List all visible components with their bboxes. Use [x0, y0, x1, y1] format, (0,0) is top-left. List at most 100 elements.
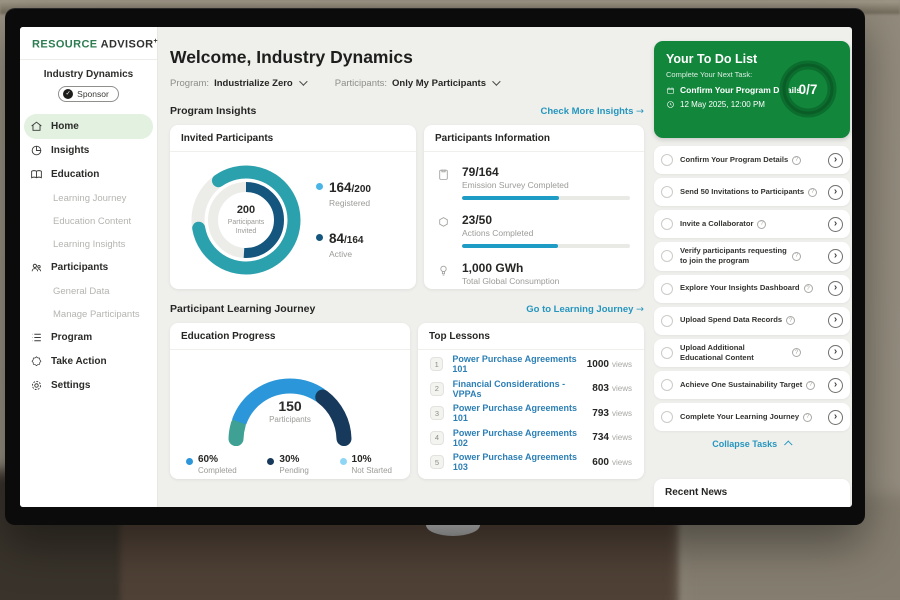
info-icon[interactable]: ?: [803, 413, 812, 422]
info-icon[interactable]: ?: [806, 381, 815, 390]
sidebar-item-learning-journey[interactable]: Learning Journey: [20, 187, 157, 210]
sidebar-item-education-content[interactable]: Education Content: [20, 210, 157, 233]
sidebar-item-general-data[interactable]: General Data: [20, 280, 157, 303]
chevron-right-icon[interactable]: ›: [828, 153, 843, 168]
checkbox-circle[interactable]: [661, 186, 673, 198]
todo-column: Your To Do List Complete Your Next Task:…: [654, 27, 850, 507]
todo-item[interactable]: Complete Your Learning Journey ? ›: [654, 403, 850, 431]
lesson-rank: 2: [430, 382, 444, 396]
lesson-row: 4 Power Purchase Agreements 102 734views: [418, 426, 644, 451]
sidebar-item-label: Program: [51, 332, 92, 343]
calendar-icon: [666, 86, 675, 95]
chevron-right-icon[interactable]: ›: [828, 281, 843, 296]
todo-item[interactable]: Confirm Your Program Details ? ›: [654, 146, 850, 174]
collapse-tasks-link[interactable]: Collapse Tasks: [654, 439, 850, 449]
todo-item[interactable]: Upload Spend Data Records ? ›: [654, 307, 850, 335]
info-icon[interactable]: ?: [804, 284, 813, 293]
todo-item[interactable]: Invite a Collaborator ? ›: [654, 210, 850, 238]
info-icon[interactable]: ?: [808, 188, 817, 197]
info-icon[interactable]: ?: [757, 220, 766, 229]
checkbox-circle[interactable]: [661, 347, 673, 359]
legend-dot: [316, 183, 323, 190]
gauge-legend: 60% Completed 30% Pending 10% Not Starte…: [170, 446, 410, 475]
checkbox-circle[interactable]: [661, 250, 673, 262]
legend-dot: [267, 458, 274, 465]
check-more-insights-link[interactable]: Check More Insights →: [540, 106, 644, 117]
checkbox-circle[interactable]: [661, 218, 673, 230]
chevron-right-icon[interactable]: ›: [828, 249, 843, 264]
chevron-down-icon: [299, 77, 307, 85]
lesson-row: 3 Power Purchase Agreements 101 793views: [418, 401, 644, 426]
card-title: Invited Participants: [170, 125, 416, 152]
chevron-right-icon[interactable]: ›: [828, 378, 843, 393]
sidebar-item-label: Take Action: [51, 356, 107, 367]
chevron-right-icon[interactable]: ›: [828, 313, 843, 328]
info-icon[interactable]: ?: [786, 316, 795, 325]
sponsor-badge-label: Sponsor: [77, 89, 109, 99]
bulb-icon: [437, 264, 450, 282]
sidebar-item-take-action[interactable]: Take Action: [20, 350, 157, 374]
todo-item[interactable]: Verify participants requesting to join t…: [654, 242, 850, 271]
lesson-rank: 1: [430, 357, 443, 371]
filters-row: Program:Industrialize Zero Participants:…: [170, 78, 498, 89]
sidebar-item-label: Settings: [51, 380, 90, 391]
chevron-up-icon: [784, 440, 792, 448]
participants-filter-value: Only My Participants: [392, 78, 486, 89]
sidebar-item-learning-insights[interactable]: Learning Insights: [20, 233, 157, 256]
info-icon[interactable]: ?: [792, 348, 801, 357]
card-title: Top Lessons: [418, 323, 644, 350]
sidebar-item-home[interactable]: Home: [24, 114, 153, 139]
program-filter[interactable]: Program:Industrialize Zero: [170, 78, 305, 89]
todo-item[interactable]: Achieve One Sustainability Target ? ›: [654, 371, 850, 399]
clock-icon: [666, 100, 675, 109]
sidebar-item-manage-participants[interactable]: Manage Participants: [20, 303, 157, 326]
lesson-rank: 4: [430, 431, 444, 445]
checkbox-circle[interactable]: [661, 315, 673, 327]
info-icon[interactable]: ?: [792, 252, 801, 261]
program-filter-value: Industrialize Zero: [214, 78, 293, 89]
lesson-rank: 3: [430, 406, 444, 420]
checkbox-circle[interactable]: [661, 283, 673, 295]
progress-bar: [462, 244, 630, 248]
chevron-right-icon[interactable]: ›: [828, 345, 843, 360]
lesson-link[interactable]: Financial Considerations - VPPAs: [453, 379, 593, 399]
lesson-link[interactable]: Power Purchase Agreements 101: [452, 354, 586, 374]
stat-emission-survey: 79/164 Emission Survey Completed: [424, 165, 644, 200]
todo-item[interactable]: Upload Additional Educational Content ? …: [654, 339, 850, 368]
sidebar-item-settings[interactable]: Settings: [20, 374, 157, 398]
sponsor-badge-icon: ✓: [63, 89, 73, 99]
legend-not-started: 10% Not Started: [340, 454, 392, 475]
participants-icon: [30, 261, 43, 274]
program-insights-section-header: Program Insights Check More Insights →: [170, 105, 644, 117]
todo-progress-ring: 0/7: [776, 57, 840, 121]
recent-news-card: Recent News: [654, 479, 850, 507]
chevron-down-icon: [492, 77, 500, 85]
lesson-link[interactable]: Power Purchase Agreements 103: [453, 452, 592, 472]
sidebar-item-participants[interactable]: Participants: [20, 256, 157, 280]
actions-icon: [437, 216, 450, 234]
todo-item[interactable]: Send 50 Invitations to Participants ? ›: [654, 178, 850, 206]
legend-completed: 60% Completed: [186, 454, 237, 475]
go-to-learning-journey-link[interactable]: Go to Learning Journey →: [526, 304, 644, 315]
arrow-right-icon: →: [636, 304, 644, 315]
chevron-right-icon[interactable]: ›: [828, 217, 843, 232]
sidebar-item-insights[interactable]: Insights: [20, 139, 157, 163]
lesson-link[interactable]: Power Purchase Agreements 102: [453, 428, 592, 448]
resource-advisor-logo: RESOURCE ADVISOR+: [20, 27, 157, 60]
participants-filter[interactable]: Participants:Only My Participants: [335, 78, 498, 89]
photo-background: RESOURCE ADVISOR+ Industry Dynamics ✓ Sp…: [0, 0, 900, 600]
logo-advisor: ADVISOR: [101, 39, 154, 51]
checkbox-circle[interactable]: [661, 379, 673, 391]
todo-item[interactable]: Explore Your Insights Dashboard ? ›: [654, 275, 850, 303]
info-icon[interactable]: ?: [792, 156, 801, 165]
lesson-link[interactable]: Power Purchase Agreements 101: [453, 403, 592, 423]
lesson-rank: 5: [430, 455, 444, 469]
sidebar-item-education[interactable]: Education: [20, 163, 157, 187]
sidebar-item-label: Education: [51, 169, 99, 180]
checkbox-circle[interactable]: [661, 411, 673, 423]
checkbox-circle[interactable]: [661, 154, 673, 166]
sidebar-item-program[interactable]: Program: [20, 326, 157, 350]
sponsor-badge[interactable]: ✓ Sponsor: [58, 86, 119, 102]
chevron-right-icon[interactable]: ›: [828, 410, 843, 425]
chevron-right-icon[interactable]: ›: [828, 185, 843, 200]
